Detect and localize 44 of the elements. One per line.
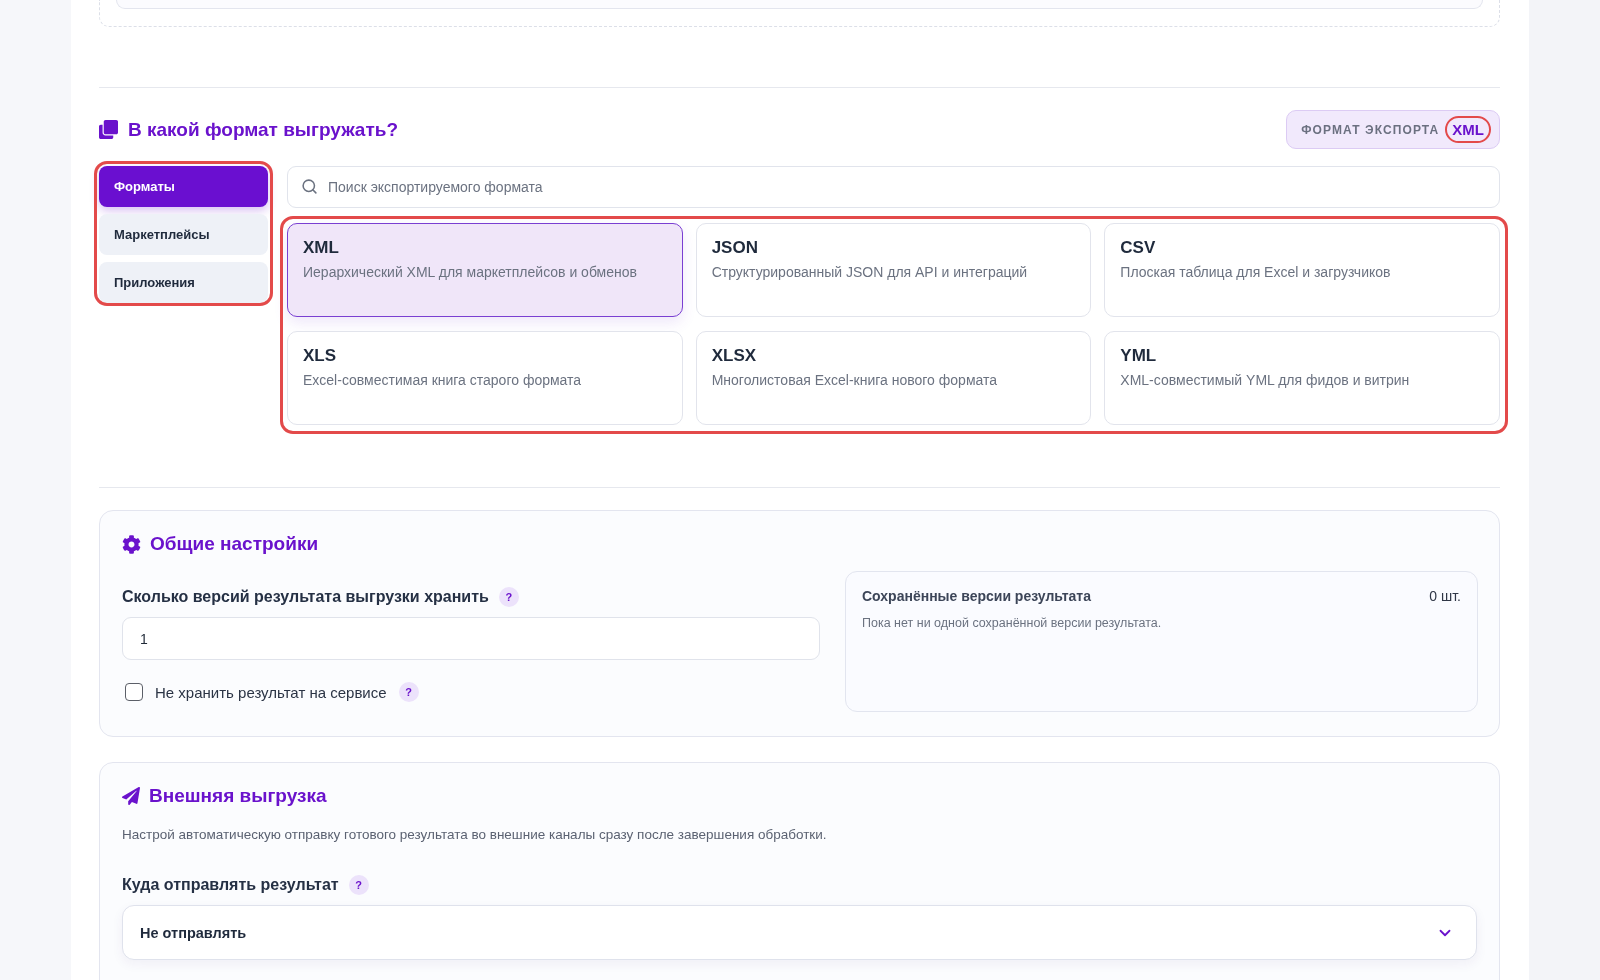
format-description: Структурированный JSON для API и интеграций — [711, 264, 1028, 280]
format-name: CSV — [1120, 238, 1156, 258]
help-button[interactable]: ? — [498, 587, 519, 607]
search-field[interactable]: Поиск экспортируемого формата — [287, 166, 1500, 208]
card-description: Настрой автоматическую отправку готового результата во внешние каналы сразу после завершения обработки. — [122, 827, 828, 842]
card-title: Внешняя выгрузка — [149, 785, 327, 807]
gear-icon — [122, 534, 141, 554]
checkbox[interactable] — [125, 683, 143, 701]
badge-label: ФОРМАТ ЭКСПОРТА — [1301, 122, 1440, 137]
format-card[interactable]: XML Иерархический XML для маркетплейсов и обменов — [287, 223, 683, 317]
format-card[interactable]: XLSX Многолистовая Excel-книга нового формата — [695, 331, 1092, 425]
versions-input[interactable]: 1 — [122, 617, 820, 660]
version-count: 0 шт. — [1429, 588, 1461, 604]
format-name: JSON — [711, 238, 758, 258]
help-button[interactable]: ? — [398, 682, 419, 702]
section-title: В какой формат выгружать? — [128, 118, 399, 141]
category-tab[interactable]: Маркетплейсы — [99, 214, 268, 255]
format-description: XML-совместимый YML для фидов и витрин — [1120, 372, 1410, 388]
format-description: Excel-совместимая книга старого формата — [303, 372, 582, 388]
format-description: Иерархический XML для маркетплейсов и обменов — [303, 264, 637, 280]
field-label: Сколько версий результата выгрузки хранить — [122, 588, 489, 606]
empty-message: Пока нет ни одной сохранённой версии результата. — [862, 616, 1163, 630]
help-button[interactable]: ? — [348, 875, 369, 895]
format-name: YML — [1120, 346, 1157, 366]
format-card[interactable]: YML XML-совместимый YML для фидов и витрин — [1104, 331, 1500, 425]
panel-title: Сохранённые версии результата — [862, 588, 1091, 604]
format-card[interactable]: CSV Плоская таблица для Excel и загрузчиков — [1104, 223, 1500, 317]
search-icon — [301, 178, 318, 195]
format-card[interactable]: XLS Excel-совместимая книга старого формата — [287, 331, 683, 425]
format-card[interactable]: JSON Структурированный JSON для API и интеграций — [695, 223, 1092, 317]
paper-plane-icon — [122, 787, 140, 805]
format-name: XLSX — [711, 346, 757, 366]
category-tab[interactable]: Приложения — [99, 262, 268, 303]
format-name: XML — [303, 238, 339, 258]
category-tab[interactable]: Форматы — [99, 166, 268, 207]
format-name: XLS — [303, 346, 337, 366]
field-label: Куда отправлять результат — [122, 876, 339, 894]
checkbox-label: Не хранить результат на сервисе — [155, 683, 387, 701]
destination-select[interactable]: Не отправлять — [122, 905, 1477, 960]
format-description: Многолистовая Excel-книга нового формата — [711, 372, 998, 388]
format-description: Плоская таблица для Excel и загрузчиков — [1120, 264, 1391, 280]
card-title: Общие настройки — [150, 533, 319, 555]
badge-value: XML — [1445, 116, 1491, 143]
copy-icon — [99, 120, 118, 139]
